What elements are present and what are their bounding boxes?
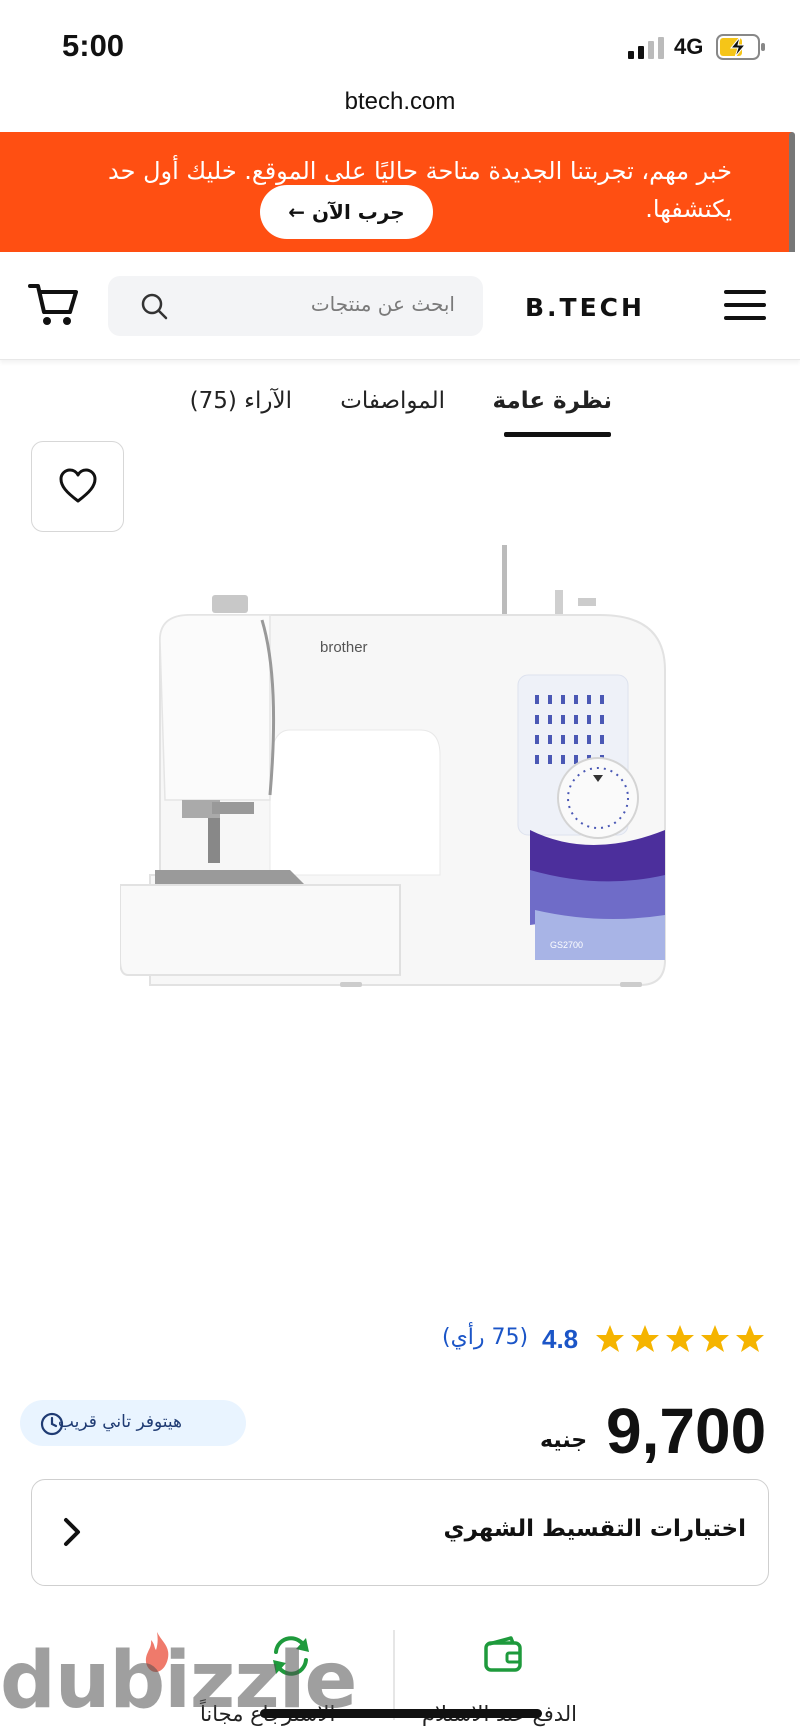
btech-logo-mark: B.TECH bbox=[525, 293, 645, 322]
rating-average: 4.8 bbox=[542, 1324, 579, 1354]
try-now-button[interactable]: جرب الآن ← bbox=[260, 185, 433, 239]
signal-icon bbox=[628, 37, 664, 59]
wallet-icon bbox=[484, 1636, 522, 1672]
tab-overview[interactable]: نظرة عامة bbox=[493, 388, 612, 414]
heart-icon bbox=[59, 468, 97, 503]
hamburger-menu-icon[interactable] bbox=[724, 288, 766, 322]
product-rating[interactable]: (75 رأي) 4.8 bbox=[440, 1320, 770, 1360]
star-rating-icon bbox=[596, 1325, 764, 1352]
logo-text: B.TECH bbox=[525, 293, 645, 322]
installment-options-button[interactable]: اختيارات التقسيط الشهري bbox=[31, 1479, 769, 1586]
btech-logo[interactable]: B.TECH bbox=[525, 288, 681, 324]
model-label: GS2700 bbox=[550, 940, 583, 950]
installment-label: اختيارات التقسيط الشهري bbox=[443, 1516, 746, 1542]
chevron-right-icon bbox=[64, 1518, 80, 1546]
wishlist-button[interactable] bbox=[31, 441, 124, 532]
status-bar: 5:00 4G bbox=[0, 0, 800, 92]
review-count[interactable]: (75 رأي) bbox=[442, 1325, 528, 1350]
tab-reviews[interactable]: الآراء (75) bbox=[190, 388, 292, 414]
browser-url[interactable]: btech.com bbox=[0, 88, 800, 128]
status-time: 5:00 bbox=[62, 28, 125, 63]
cart-icon[interactable] bbox=[28, 280, 80, 328]
active-tab-indicator bbox=[504, 432, 611, 437]
battery-charging-icon bbox=[716, 34, 765, 60]
product-tabs: نظرة عامة المواصفات الآراء (75) bbox=[0, 380, 800, 440]
search-icon[interactable] bbox=[140, 292, 168, 320]
site-header: ابحث عن منتجات B.TECH bbox=[0, 252, 800, 360]
price-currency: جنيه bbox=[540, 1428, 588, 1453]
dubizzle-watermark: dubizzle bbox=[0, 1636, 357, 1726]
availability-badge: هيتوفر تاني قريب bbox=[20, 1400, 246, 1446]
network-type: 4G bbox=[674, 34, 704, 59]
tab-specifications[interactable]: المواصفات bbox=[340, 388, 445, 414]
clock-icon bbox=[40, 1412, 64, 1436]
search-placeholder: ابحث عن منتجات bbox=[310, 292, 455, 316]
search-input[interactable]: ابحث عن منتجات bbox=[108, 276, 483, 336]
availability-text: هيتوفر تاني قريب bbox=[57, 1412, 182, 1432]
brand-label: brother bbox=[320, 639, 368, 656]
product-image[interactable]: brother GS2700 bbox=[120, 530, 680, 1090]
product-price: 9,700 bbox=[606, 1395, 767, 1467]
announcement-banner: خبر مهم، تجربتنا الجديدة متاحة حاليًا عل… bbox=[0, 132, 792, 252]
feature-divider bbox=[393, 1630, 395, 1720]
